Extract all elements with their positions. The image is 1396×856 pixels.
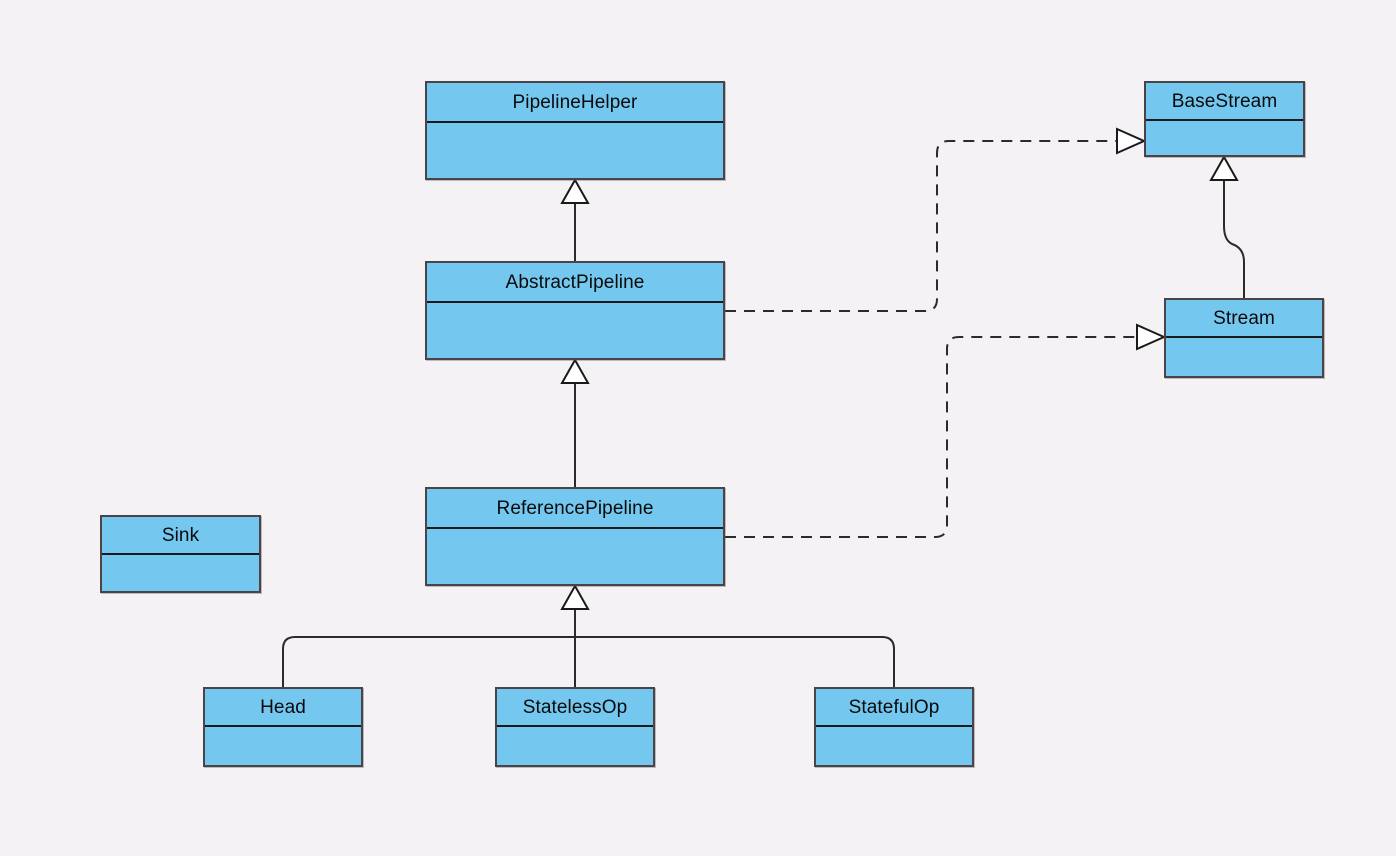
edge-group-reference-pipeline-subclasses (282, 583, 895, 687)
class-node-stateless-op[interactable]: StatelessOp (495, 687, 655, 767)
class-attributes-compartment (497, 727, 653, 765)
hollow-triangle-arrowhead (560, 357, 590, 384)
generalization-branch-head (282, 636, 575, 687)
hollow-triangle-arrowhead (1116, 127, 1147, 155)
class-attributes-compartment (1146, 121, 1303, 155)
class-attributes-compartment (427, 123, 723, 178)
class-name-stateful-op: StatefulOp (816, 689, 972, 727)
uml-class-diagram-canvas: PipelineHelper AbstractPipeline Referenc… (0, 0, 1396, 856)
edge-reference-pipeline-extends-abstract-pipeline (560, 357, 590, 487)
class-attributes-compartment (1166, 338, 1322, 376)
class-attributes-compartment (102, 555, 259, 591)
class-node-stateful-op[interactable]: StatefulOp (814, 687, 974, 767)
hollow-triangle-arrowhead (1136, 323, 1167, 351)
class-node-pipeline-helper[interactable]: PipelineHelper (425, 81, 725, 180)
hollow-triangle-arrowhead (560, 583, 590, 610)
class-name-abstract-pipeline: AbstractPipeline (427, 263, 723, 303)
generalization-branch-stateful-op (575, 636, 895, 687)
class-attributes-compartment (427, 303, 723, 358)
edge-abstract-pipeline-extends-pipeline-helper (560, 177, 590, 261)
hollow-triangle-arrowhead (560, 177, 590, 204)
class-node-sink[interactable]: Sink (100, 515, 261, 593)
generalization-line (1223, 179, 1245, 298)
class-node-stream[interactable]: Stream (1164, 298, 1324, 378)
realization-line (725, 336, 1138, 538)
class-name-pipeline-helper: PipelineHelper (427, 83, 723, 123)
hollow-triangle-arrowhead (1209, 154, 1239, 181)
edge-stream-extends-base-stream (1209, 154, 1245, 298)
class-name-head: Head (205, 689, 361, 727)
class-name-stream: Stream (1166, 300, 1322, 338)
class-node-head[interactable]: Head (203, 687, 363, 767)
realization-line (725, 140, 1118, 312)
class-node-abstract-pipeline[interactable]: AbstractPipeline (425, 261, 725, 360)
class-attributes-compartment (816, 727, 972, 765)
class-attributes-compartment (427, 529, 723, 584)
class-name-sink: Sink (102, 517, 259, 555)
class-attributes-compartment (205, 727, 361, 765)
class-node-reference-pipeline[interactable]: ReferencePipeline (425, 487, 725, 586)
class-name-base-stream: BaseStream (1146, 83, 1303, 121)
edge-abstract-pipeline-implements-base-stream (725, 127, 1147, 312)
class-name-reference-pipeline: ReferencePipeline (427, 489, 723, 529)
class-node-base-stream[interactable]: BaseStream (1144, 81, 1305, 157)
class-name-stateless-op: StatelessOp (497, 689, 653, 727)
edge-reference-pipeline-implements-stream (725, 323, 1167, 538)
